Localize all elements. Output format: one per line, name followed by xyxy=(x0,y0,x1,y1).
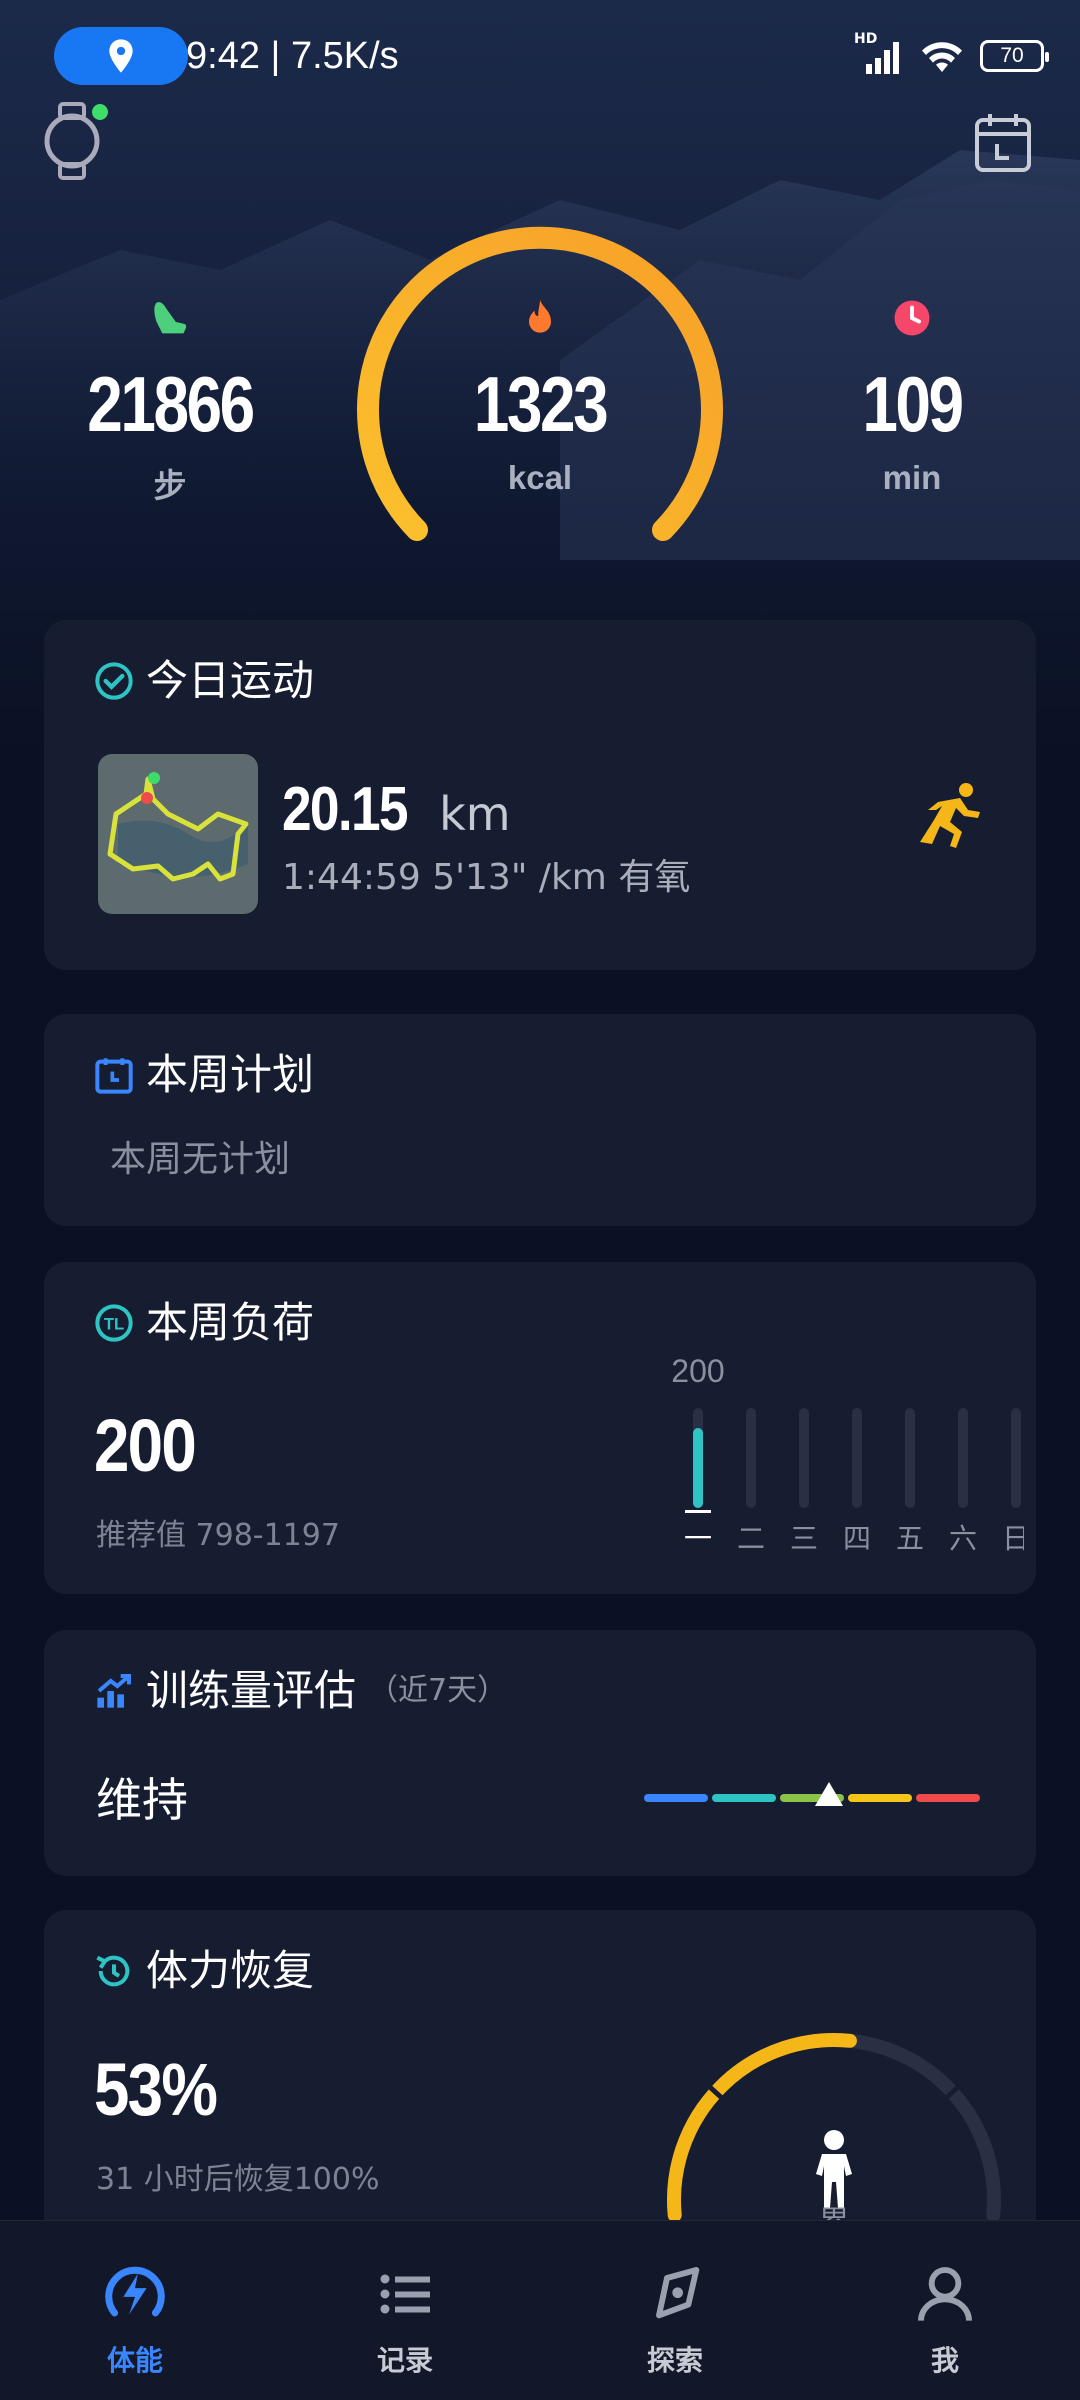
nav-tab-fitness[interactable]: 体能 xyxy=(0,2221,270,2400)
load-bar xyxy=(693,1428,703,1508)
steps-stat[interactable]: 21866 步 xyxy=(50,295,290,507)
weekly-load-card[interactable]: TL 本周负荷 200 推荐值 798-1197 200 一二三四五六日 xyxy=(44,1262,1036,1594)
minutes-unit: min xyxy=(882,459,942,496)
calories-unit: kcal xyxy=(507,459,573,496)
exercise-details: 1:44:59 5'13" /km 有氧 xyxy=(282,857,691,898)
minutes-stat[interactable]: 109 min xyxy=(792,295,1032,497)
training-period: （近7天） xyxy=(368,1673,508,1708)
load-chart-max-label: 200 xyxy=(671,1353,724,1389)
load-bar-track xyxy=(852,1408,862,1508)
app-screen: 9:42 | 7.5K/s HD 70 21866 步 1323 kcal 10… xyxy=(0,0,1080,2400)
steps-unit: 步 xyxy=(153,467,187,504)
steps-value: 21866 xyxy=(87,360,255,448)
recovery-note: 31 小时后恢复100% xyxy=(96,2162,380,2197)
recovery-clock-icon xyxy=(96,1955,130,1987)
distance-row: 20.15 km xyxy=(282,770,511,850)
status-time-speed: 9:42 | 7.5K/s xyxy=(186,35,399,77)
distance-unit: km xyxy=(439,787,511,841)
training-title: 训练量评估 （近7天） xyxy=(94,1666,507,1716)
load-bar-track xyxy=(746,1408,756,1508)
lightning-icon xyxy=(105,2266,165,2317)
nav-tab-me[interactable]: 我 xyxy=(810,2221,1080,2400)
nav-label-fitness: 体能 xyxy=(106,2344,163,2377)
svg-text:TL: TL xyxy=(104,1315,124,1334)
training-title-text: 训练量评估 xyxy=(146,1666,357,1715)
nav-tab-explore[interactable]: 探索 xyxy=(540,2221,810,2400)
load-title-text: 本周负荷 xyxy=(146,1298,315,1347)
training-assessment-card[interactable]: 训练量评估 （近7天） 维持 xyxy=(44,1630,1036,1876)
footprint-icon xyxy=(154,302,187,334)
today-title-text: 今日运动 xyxy=(146,656,315,705)
load-bar-track xyxy=(799,1408,809,1508)
training-scale-segment xyxy=(712,1794,776,1802)
load-value: 200 xyxy=(94,1404,197,1487)
status-icons: HD 70 xyxy=(854,32,1049,78)
person-figure-icon xyxy=(816,2130,852,2208)
weekly-plan-card[interactable]: 本周计划 本周无计划 xyxy=(44,1014,1036,1226)
battery-icon: 70 xyxy=(980,40,1049,72)
plan-empty-text: 本周无计划 xyxy=(110,1139,291,1180)
nav-label-explore: 探索 xyxy=(646,2344,703,2377)
load-day-label: 一 xyxy=(684,1522,712,1555)
training-scale-bar xyxy=(644,1782,980,1806)
load-bar-track xyxy=(1011,1408,1021,1508)
training-scale-segment xyxy=(644,1794,708,1802)
weekly-load-chart: 200 一二三四五六日 xyxy=(671,1353,1024,1555)
recovery-card[interactable]: 体力恢复 53% 31 小时后恢复100% 累 xyxy=(44,1910,1036,2240)
calories-value: 1323 xyxy=(473,360,609,448)
minutes-value: 109 xyxy=(862,360,964,448)
wifi-icon xyxy=(922,42,962,72)
nav-label-me: 我 xyxy=(930,2344,959,2377)
recovery-gauge-fill xyxy=(667,2033,857,2223)
load-day-underline xyxy=(685,1510,711,1513)
load-day-label: 五 xyxy=(896,1522,924,1555)
flame-icon xyxy=(529,299,551,333)
load-title: TL 本周负荷 xyxy=(94,1298,314,1348)
plan-calendar-icon xyxy=(95,1058,133,1094)
recovery-percent: 53% xyxy=(94,2048,218,2131)
running-icon xyxy=(920,783,980,848)
load-bar-track xyxy=(905,1408,915,1508)
load-recommended: 推荐值 798-1197 xyxy=(96,1518,340,1553)
training-load-icon: TL xyxy=(95,1304,133,1342)
person-icon xyxy=(918,2267,972,2321)
calendar-icon[interactable] xyxy=(974,112,1032,174)
route-map-thumbnail[interactable] xyxy=(98,754,258,914)
load-day-label: 二 xyxy=(737,1522,765,1555)
nav-label-records: 记录 xyxy=(376,2344,433,2377)
load-day-label: 日 xyxy=(1002,1522,1024,1555)
recovery-gauge-track xyxy=(667,2033,1001,2223)
distance-value: 20.15 xyxy=(282,775,409,844)
calories-stat[interactable]: 1323 kcal xyxy=(420,295,660,497)
check-circle-icon xyxy=(95,662,133,700)
recovery-title-text: 体力恢复 xyxy=(146,1946,315,1995)
watch-icon[interactable] xyxy=(40,100,112,182)
signal-icon: HD xyxy=(854,32,904,76)
plan-title: 本周计划 xyxy=(94,1050,314,1100)
training-scale-segment xyxy=(916,1794,980,1802)
trend-up-icon xyxy=(97,1674,131,1708)
today-title: 今日运动 xyxy=(94,656,314,706)
today-exercise-card[interactable]: 今日运动 20.15 km 1:44:59 5'13" /km 有氧 xyxy=(44,620,1036,970)
location-pin-icon xyxy=(109,39,133,73)
location-indicator xyxy=(54,27,188,85)
recovery-title: 体力恢复 xyxy=(94,1946,314,1996)
load-day-label: 六 xyxy=(949,1522,977,1555)
compass-icon xyxy=(656,2267,700,2319)
recovery-gauge: 累 xyxy=(667,2033,1001,2240)
nav-tab-records[interactable]: 记录 xyxy=(270,2221,540,2400)
plan-title-text: 本周计划 xyxy=(146,1050,315,1099)
list-icon xyxy=(380,2274,430,2314)
load-day-label: 四 xyxy=(843,1522,871,1555)
load-day-label: 三 xyxy=(790,1522,818,1555)
bottom-navigation: 体能 记录 探索 我 xyxy=(0,2220,1080,2400)
hd-label: HD xyxy=(854,31,878,47)
training-scale-segment xyxy=(848,1794,912,1802)
training-status: 维持 xyxy=(96,1773,188,1827)
load-bar-track xyxy=(958,1408,968,1508)
clock-icon xyxy=(894,300,930,336)
